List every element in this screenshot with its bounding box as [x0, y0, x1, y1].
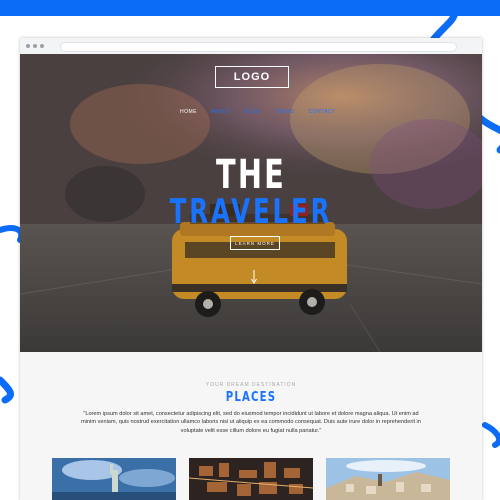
- section-description: "Lorem ipsum dolor sit amet, consectetur…: [81, 411, 421, 434]
- section-kicker: YOUR DREAM DESTINATION: [205, 382, 297, 388]
- window-dot-icon: [33, 44, 37, 48]
- browser-toolbar: [20, 38, 482, 55]
- decorative-top-bar: [0, 0, 500, 16]
- section-heading: PLACES: [225, 390, 277, 405]
- hero-title-line2: TRAVELER: [169, 192, 333, 232]
- city-night-image: [189, 458, 313, 500]
- arrow-down-icon: [251, 270, 257, 284]
- places-section: YOUR DREAM DESTINATION PLACES "Lorem ips…: [20, 352, 482, 500]
- hero-cta-button[interactable]: LEARN MORE: [230, 236, 280, 250]
- nav-item-home[interactable]: HOME: [180, 109, 197, 115]
- nav-item-blog[interactable]: BLOG: [245, 109, 261, 115]
- address-bar[interactable]: [60, 42, 457, 52]
- window-dot-icon: [26, 44, 30, 48]
- site-logo[interactable]: LOGO: [215, 66, 289, 88]
- browser-window: LOGO HOME ABOUT BLOG TOURS CONTACT THE T…: [20, 38, 482, 500]
- destination-card[interactable]: [52, 458, 176, 500]
- statue-of-liberty-image: [52, 458, 176, 500]
- nav-item-about[interactable]: ABOUT: [211, 109, 231, 115]
- nav-item-tours[interactable]: TOURS: [275, 109, 295, 115]
- destination-card[interactable]: [326, 458, 450, 500]
- nav-item-contact[interactable]: CONTACT: [309, 109, 336, 115]
- coastal-town-image: [326, 458, 450, 500]
- hero-section: LOGO HOME ABOUT BLOG TOURS CONTACT THE T…: [20, 54, 482, 352]
- main-nav: HOME ABOUT BLOG TOURS CONTACT: [180, 109, 336, 115]
- destination-card[interactable]: [189, 458, 313, 500]
- window-dot-icon: [40, 44, 44, 48]
